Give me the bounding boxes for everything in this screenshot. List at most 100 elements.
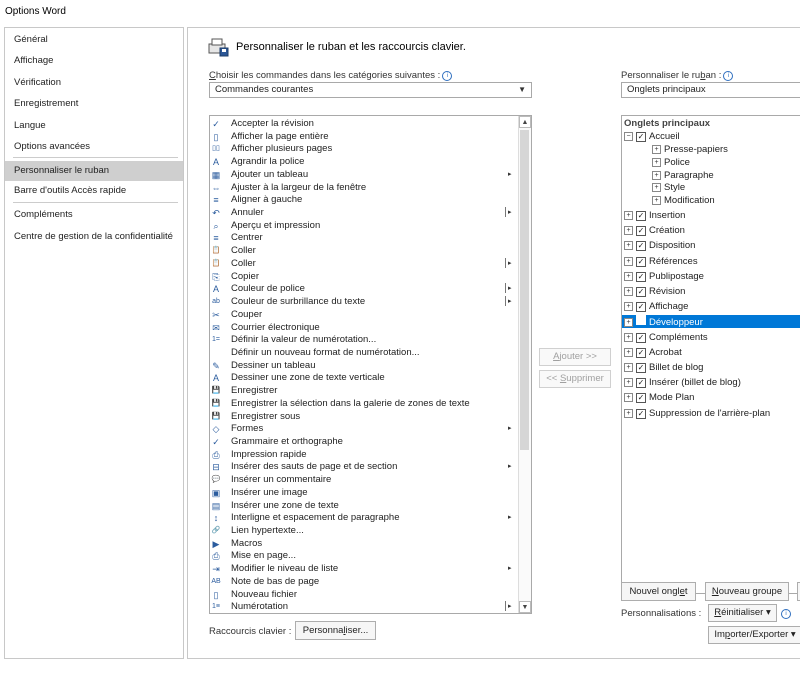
command-item[interactable]: ✓ Accepter la révision <box>210 118 520 131</box>
expand-icon[interactable]: + <box>652 157 661 167</box>
command-item[interactable]: 📋 Coller ▸ <box>210 257 520 271</box>
add-button[interactable]: Ajouter >> <box>539 348 611 366</box>
command-item[interactable]: ab Couleur de surbrillance du texte ▸ <box>210 296 520 309</box>
group-node-paragraphe[interactable]: + Paragraphe <box>652 169 714 182</box>
command-item[interactable]: ⌕ Aperçu et impression <box>210 220 520 233</box>
expand-icon[interactable]: + <box>624 256 633 266</box>
command-item[interactable]: ◇ Formes ▸ <box>210 423 520 436</box>
expand-icon[interactable]: + <box>624 211 633 220</box>
tab-node-complements[interactable]: + ✓ Compléments <box>624 331 708 344</box>
command-item[interactable]: ▣ Insérer une image <box>210 487 520 500</box>
checkbox[interactable]: ✓ <box>636 378 646 389</box>
command-item[interactable]: 💾 Enregistrer <box>210 385 520 398</box>
command-item[interactable]: ▯▯ Afficher plusieurs pages <box>210 143 520 156</box>
checkbox[interactable]: ✓ <box>636 211 646 221</box>
tab-node-revision[interactable]: + ✓ Révision <box>624 285 685 298</box>
expand-icon[interactable]: + <box>624 378 633 388</box>
command-item[interactable]: AB Note de bas de page <box>210 576 520 589</box>
scroll-thumb[interactable] <box>520 130 529 450</box>
sidebar-item-complements[interactable]: Compléments <box>5 205 183 225</box>
command-item[interactable]: ▯ Nouveau fichier <box>210 589 520 602</box>
remove-button[interactable]: << Supprimer <box>539 370 611 388</box>
command-item[interactable]: 1≡ Numérotation ▸ <box>210 601 520 613</box>
checkbox[interactable]: ✓ <box>636 393 646 404</box>
checkbox[interactable]: ✓ <box>636 241 646 252</box>
command-item[interactable]: ⇥ Modifier le niveau de liste ▸ <box>210 563 520 576</box>
checkbox[interactable] <box>636 315 646 326</box>
checkbox[interactable]: ✓ <box>636 226 646 237</box>
tab-node-creation[interactable]: + ✓ Création <box>624 224 685 237</box>
expand-icon[interactable]: + <box>652 196 661 206</box>
tab-node-disposition[interactable]: + ✓ Disposition <box>624 239 695 252</box>
group-node-presse-papiers[interactable]: + Presse-papiers <box>652 143 728 156</box>
command-item[interactable]: 💾 Enregistrer la sélection dans la galeri… <box>210 398 520 411</box>
reset-button[interactable]: Réinitialiser ▾ <box>708 604 777 622</box>
sidebar-item-enregistrement[interactable]: Enregistrement <box>5 94 183 114</box>
command-item[interactable]: A Agrandir la police <box>210 156 520 169</box>
expand-icon[interactable]: + <box>624 318 633 328</box>
scroll-up-icon[interactable]: ▲ <box>519 116 531 128</box>
command-item[interactable]: ⎘ Copier <box>210 271 520 284</box>
expand-icon[interactable]: + <box>624 271 633 281</box>
command-item[interactable]: 1= Définir la valeur de numérotation... <box>210 334 520 347</box>
tab-node-suppression-de-l-arriere-plan[interactable]: + ✓ Suppression de l'arrière-plan <box>624 407 770 420</box>
expand-icon[interactable]: + <box>624 226 633 236</box>
group-node-police[interactable]: + Police <box>652 156 690 169</box>
checkbox[interactable]: ✓ <box>636 302 646 313</box>
command-item[interactable]: ≡ Aligner à gauche <box>210 194 520 207</box>
command-item[interactable]: ▦ Ajouter un tableau ▸ <box>210 169 520 182</box>
command-item[interactable]: A Dessiner une zone de texte verticale <box>210 372 520 385</box>
command-item[interactable]: 📋 Coller <box>210 245 520 258</box>
command-item[interactable]: ✓ Grammaire et orthographe <box>210 436 520 449</box>
checkbox[interactable]: ✓ <box>636 347 646 358</box>
expand-icon[interactable]: + <box>624 332 633 342</box>
sidebar-item-verification[interactable]: Vérification <box>5 73 183 93</box>
group-node-modification[interactable]: + Modification <box>652 194 715 207</box>
command-item[interactable]: ⎙ Impression rapide <box>210 449 520 462</box>
new-tab-button[interactable]: Nouvel onglet <box>621 582 696 601</box>
expand-icon[interactable]: + <box>624 408 633 418</box>
sidebar-item-affichage[interactable]: Affichage <box>5 51 183 71</box>
command-item[interactable]: ↶ Annuler ▸ <box>210 207 520 220</box>
command-item[interactable]: ⇔ Ajuster à la largeur de la fenêtre <box>210 182 520 195</box>
tab-node-inserer-billet-de-blog[interactable]: + ✓ Insérer (billet de blog) <box>624 376 741 389</box>
new-group-button[interactable]: Nouveau groupe <box>705 582 789 601</box>
expand-icon[interactable]: + <box>624 363 633 372</box>
checkbox[interactable]: ✓ <box>636 132 646 142</box>
command-item[interactable]: 🔗 Lien hypertexte... <box>210 525 520 538</box>
expand-icon[interactable]: + <box>652 145 661 154</box>
ribbon-tree[interactable]: Onglets principaux − ✓ Accueil + Presse-papi… <box>621 115 800 594</box>
command-item[interactable]: ✂ Couper <box>210 309 520 322</box>
collapse-icon[interactable]: − <box>624 132 633 141</box>
group-node-style[interactable]: + Style <box>652 181 685 194</box>
checkbox[interactable]: ✓ <box>636 408 646 419</box>
tab-node-affichage[interactable]: + ✓ Affichage <box>624 300 688 313</box>
command-item[interactable]: ≡ Centrer <box>210 232 520 245</box>
scroll-down-icon[interactable]: ▼ <box>519 601 531 613</box>
tab-node-acrobat[interactable]: + ✓ Acrobat <box>624 346 682 359</box>
expand-icon[interactable]: + <box>624 302 633 312</box>
customize-ribbon-dropdown[interactable]: Onglets principaux <box>621 82 800 98</box>
sidebar-item-centre-de-gestion-de-la-confidentialite[interactable]: Centre de gestion de la confidentialité <box>5 227 183 247</box>
checkbox[interactable]: ✓ <box>636 256 646 267</box>
command-item[interactable]: ▤ Insérer une zone de texte <box>210 500 520 513</box>
expand-icon[interactable]: + <box>624 241 633 251</box>
sidebar-item-langue[interactable]: Langue <box>5 116 183 136</box>
command-item[interactable]: ↕ Interligne et espacement de paragraphe ▸ <box>210 512 520 525</box>
sidebar-item-barre-d-outils-acces-rapide[interactable]: Barre d'outils Accès rapide <box>5 181 183 201</box>
tab-node-insertion[interactable]: + ✓ Insertion <box>624 209 685 222</box>
tab-node-developpeur[interactable]: + Développeur <box>622 315 800 329</box>
command-item[interactable]: 💾 Enregistrer sous <box>210 411 520 424</box>
command-item[interactable]: ✎ Dessiner un tableau <box>210 360 520 373</box>
command-item[interactable]: ▶ Macros <box>210 538 520 551</box>
tab-node-mode-plan[interactable]: + ✓ Mode Plan <box>624 391 694 404</box>
command-item[interactable]: ▯ Afficher la page entière <box>210 131 520 144</box>
command-item[interactable]: A Couleur de police ▸ <box>210 283 520 296</box>
expand-icon[interactable]: + <box>652 183 661 193</box>
command-item[interactable]: Définir un nouveau format de numérotatio… <box>210 347 520 360</box>
sidebar-item-general[interactable]: Général <box>5 30 183 50</box>
expand-icon[interactable]: + <box>624 287 633 296</box>
command-item[interactable]: ⊟ Insérer des sauts de page et de section… <box>210 461 520 474</box>
checkbox[interactable]: ✓ <box>636 332 646 343</box>
customize-shortcuts-button[interactable]: Personnaliser... <box>295 621 376 640</box>
